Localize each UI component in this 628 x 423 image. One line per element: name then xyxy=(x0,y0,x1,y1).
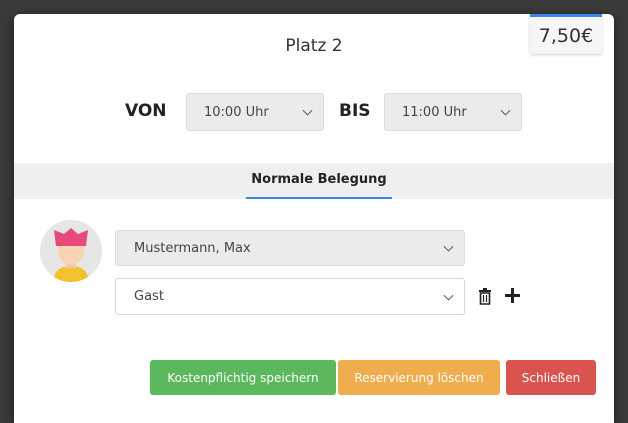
save-button[interactable]: Kostenpflichtig speichern xyxy=(150,360,336,395)
time-row: VON 10:00 Uhr BIS 11:00 Uhr xyxy=(14,93,614,131)
tab-normale-belegung[interactable]: Normale Belegung xyxy=(246,163,392,199)
von-label: VON xyxy=(125,101,167,121)
chevron-down-icon xyxy=(443,290,454,301)
person-avatar-icon xyxy=(40,220,102,282)
close-button[interactable]: Schließen xyxy=(506,360,596,395)
trash-icon[interactable] xyxy=(478,288,492,309)
delete-reservation-button[interactable]: Reservierung löschen xyxy=(338,360,500,395)
von-time-value: 10:00 Uhr xyxy=(204,104,269,120)
reservation-modal: 7,50€ Platz 2 VON 10:00 Uhr BIS 11:00 Uh… xyxy=(14,14,614,423)
modal-title: Platz 2 xyxy=(285,36,343,56)
von-time-select[interactable]: 10:00 Uhr xyxy=(186,93,324,131)
chevron-down-icon xyxy=(500,105,511,116)
plus-icon[interactable] xyxy=(505,288,520,307)
tab-bar: Normale Belegung xyxy=(14,163,614,199)
guest-value: Gast xyxy=(134,289,164,304)
bis-label: BIS xyxy=(339,101,371,121)
member-select[interactable]: Mustermann, Max xyxy=(115,230,465,266)
guest-select[interactable]: Gast xyxy=(115,278,465,315)
chevron-down-icon xyxy=(302,105,313,116)
avatar xyxy=(40,220,102,282)
chevron-down-icon xyxy=(443,241,454,252)
member-value: Mustermann, Max xyxy=(134,240,251,256)
bis-time-select[interactable]: 11:00 Uhr xyxy=(384,93,522,131)
bis-time-value: 11:00 Uhr xyxy=(402,104,467,120)
